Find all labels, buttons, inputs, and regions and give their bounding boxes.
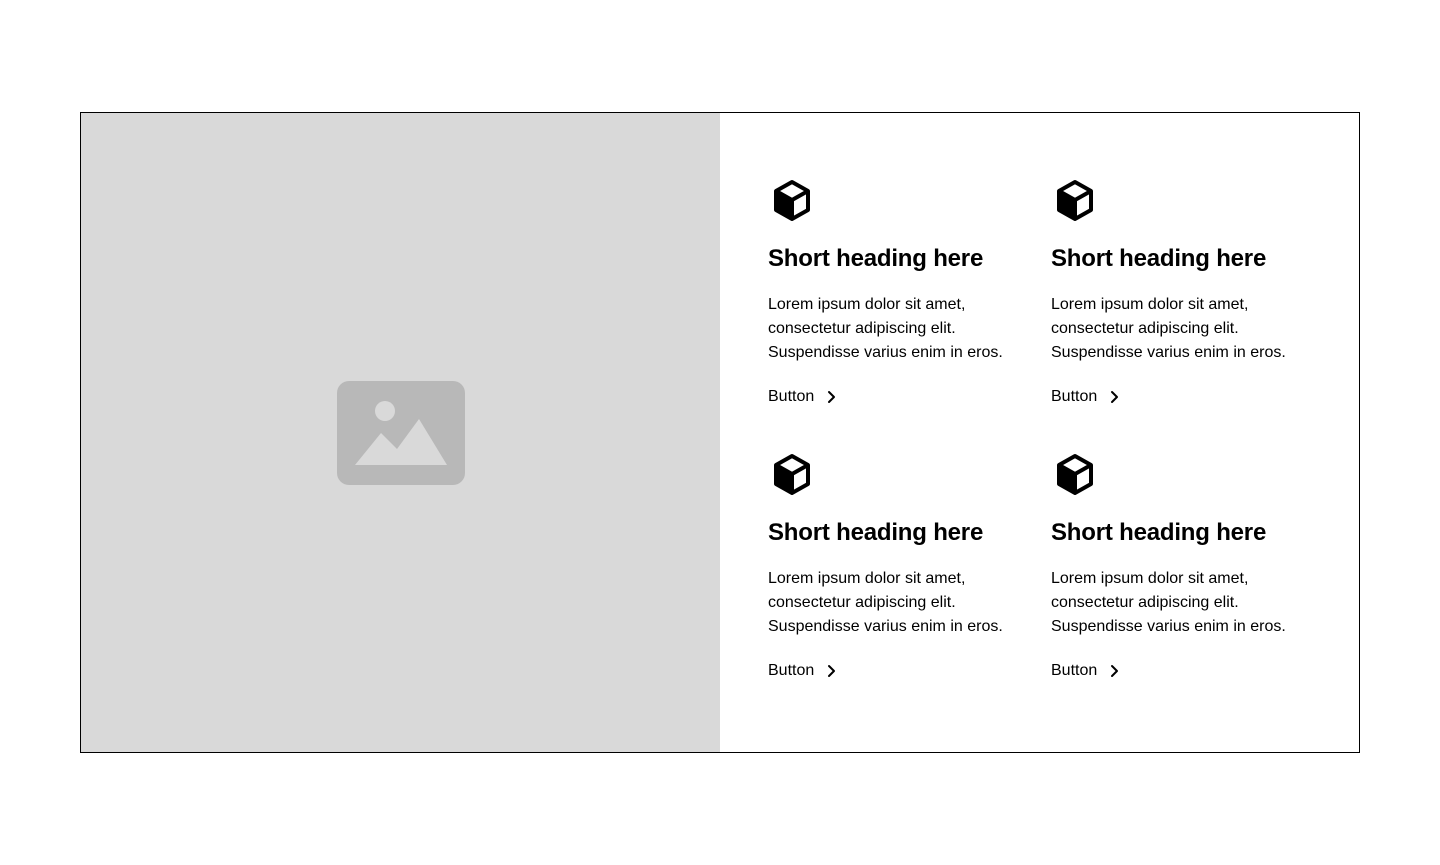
chevron-right-icon — [1111, 391, 1119, 403]
feature-button[interactable]: Button — [1051, 659, 1121, 683]
chevron-right-icon — [828, 665, 836, 677]
cube-icon — [1051, 177, 1099, 225]
feature-heading: Short heading here — [1051, 519, 1267, 546]
feature-heading: Short heading here — [768, 519, 984, 546]
feature-button[interactable]: Button — [768, 659, 838, 683]
feature-button[interactable]: Button — [1051, 385, 1121, 409]
media-placeholder — [81, 113, 720, 752]
chevron-right-icon — [828, 391, 836, 403]
feature-description: Lorem ipsum dolor sit amet, consectetur … — [1051, 296, 1286, 361]
features-grid: Short heading here Lorem ipsum dolor sit… — [720, 113, 1359, 752]
feature-button-label: Button — [1051, 662, 1098, 679]
feature-description: Lorem ipsum dolor sit amet, consectetur … — [768, 570, 1003, 635]
feature-button-label: Button — [1051, 388, 1098, 405]
feature-button-label: Button — [768, 388, 815, 405]
feature-heading: Short heading here — [1051, 245, 1267, 272]
feature-button[interactable]: Button — [768, 385, 838, 409]
cube-icon — [768, 451, 816, 499]
cube-icon — [1051, 451, 1099, 499]
chevron-right-icon — [1111, 665, 1119, 677]
feature-section-card: Short heading here Lorem ipsum dolor sit… — [80, 112, 1360, 753]
cube-icon — [768, 177, 816, 225]
feature-heading: Short heading here — [768, 245, 984, 272]
image-placeholder-icon — [336, 380, 465, 485]
feature-button-label: Button — [768, 662, 815, 679]
feature-description: Lorem ipsum dolor sit amet, consectetur … — [768, 296, 1003, 361]
feature-description: Lorem ipsum dolor sit amet, consectetur … — [1051, 570, 1286, 635]
